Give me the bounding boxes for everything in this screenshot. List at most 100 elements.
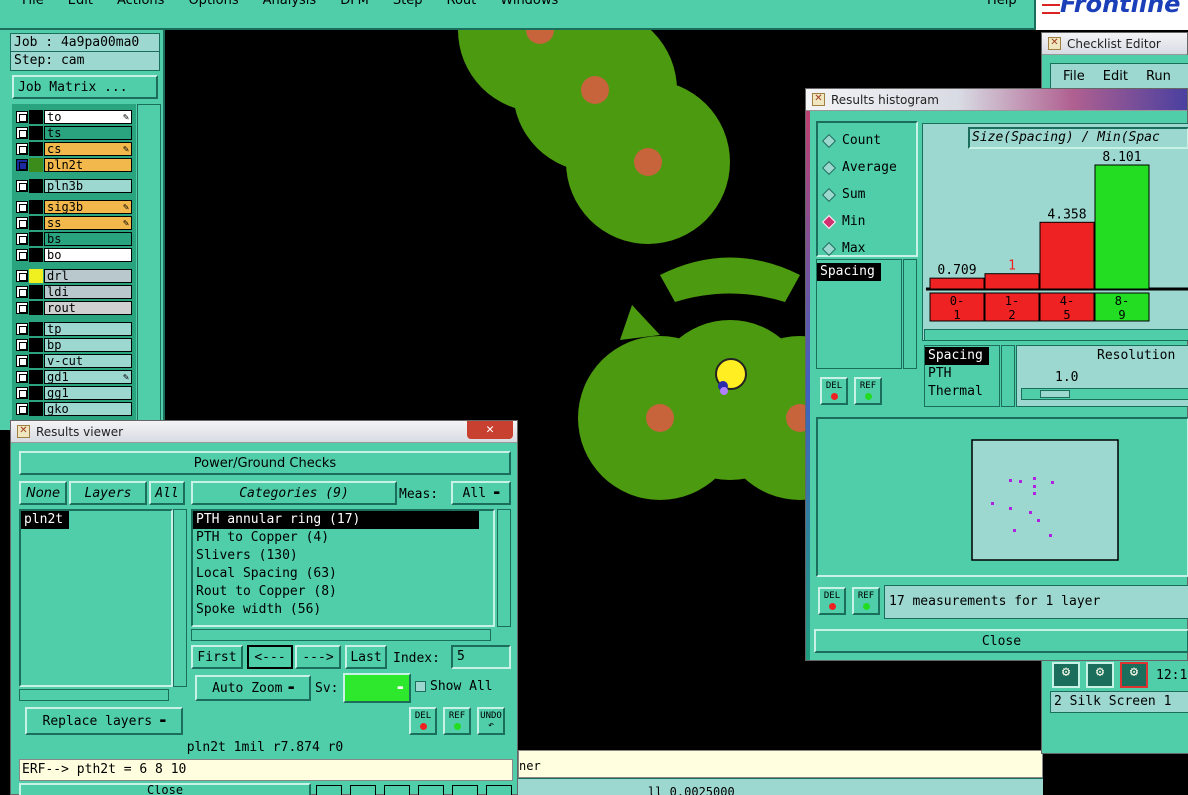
last-button[interactable]: Last <box>345 645 387 669</box>
layer-name[interactable]: ldi <box>44 285 132 299</box>
hist-ref-button-2[interactable]: REF <box>852 587 880 615</box>
histogram-chart[interactable]: 0.7090-111-24.3584-58.1018-9 <box>922 149 1188 327</box>
viewer-close-button[interactable]: Close <box>19 783 311 795</box>
layer-row-gg1[interactable]: gg1 <box>16 386 132 400</box>
layer-name[interactable]: tp <box>44 322 132 336</box>
hist-del-button[interactable]: DEL <box>820 377 848 405</box>
none-button[interactable]: None <box>19 481 67 505</box>
layer-checkbox[interactable] <box>16 403 28 415</box>
secondary-list[interactable]: Spacing PTH Thermal <box>924 345 1000 407</box>
layer-row-ts[interactable]: ts <box>16 126 132 140</box>
layer-name[interactable]: gko <box>44 402 132 416</box>
undo-button[interactable]: UNDO ↶ <box>477 707 505 735</box>
toolbar-icon[interactable] <box>418 785 444 795</box>
slider-thumb[interactable] <box>1040 390 1070 398</box>
category-item[interactable]: Slivers (130) <box>193 547 493 565</box>
layer-name[interactable]: gg1 <box>44 386 132 400</box>
layer-checkbox[interactable] <box>16 180 28 192</box>
all-layers-button[interactable]: All <box>149 481 185 505</box>
secondary-item[interactable]: Thermal <box>925 383 999 401</box>
layer-name[interactable]: sig3b ✎ <box>44 200 132 214</box>
menu-windows[interactable]: Windows <box>500 0 558 9</box>
next-button[interactable]: ---> <box>295 645 341 669</box>
mode-radio-sum[interactable]: Sum <box>821 181 916 208</box>
del-button[interactable]: DEL <box>409 707 437 735</box>
measure-list-scroll[interactable] <box>903 259 917 369</box>
layer-row-ss[interactable]: ss ✎ <box>16 216 132 230</box>
layer-checkbox[interactable] <box>16 249 28 261</box>
layer-row-pln3b[interactable]: pln3b <box>16 179 132 193</box>
layers-button[interactable]: Layers <box>69 481 147 505</box>
layer-row-gko[interactable]: gko <box>16 402 132 416</box>
hist-close-button[interactable]: Close <box>814 629 1188 653</box>
index-input[interactable]: 5 <box>451 645 511 669</box>
layer-checkbox[interactable] <box>16 323 28 335</box>
menu-analysis[interactable]: Analysis <box>263 0 317 9</box>
menu-file[interactable]: File <box>22 0 44 9</box>
menu-options[interactable]: Options <box>188 0 238 9</box>
layer-name[interactable]: bp <box>44 338 132 352</box>
chart-hscroll[interactable] <box>924 329 1188 341</box>
layer-row-sig3b[interactable]: sig3b ✎ <box>16 200 132 214</box>
layer-row-rout[interactable]: rout <box>16 301 132 315</box>
ref-button[interactable]: REF <box>443 707 471 735</box>
layer-checkbox[interactable] <box>16 371 28 383</box>
layer-name[interactable]: rout <box>44 301 132 315</box>
first-button[interactable]: First <box>191 645 243 669</box>
category-item[interactable]: Local Spacing (63) <box>193 565 493 583</box>
hist-ref-button[interactable]: REF <box>854 377 882 405</box>
secondary-item[interactable]: PTH <box>925 365 999 383</box>
layer-row-v-cut[interactable]: v-cut <box>16 354 132 368</box>
layer-result-list[interactable]: pln2t <box>19 509 173 687</box>
layer-name[interactable]: ss ✎ <box>44 216 132 230</box>
category-list[interactable]: PTH annular ring (17) PTH to Copper (4) Sl… <box>191 509 495 627</box>
layer-name[interactable]: bs <box>44 232 132 246</box>
replace-layers-select[interactable]: Replace layers ▬ <box>25 707 183 735</box>
toolbar-icon[interactable] <box>350 785 376 795</box>
layer-row-bs[interactable]: bs <box>16 232 132 246</box>
job-matrix-button[interactable]: Job Matrix ... <box>12 75 158 99</box>
category-item[interactable]: Spoke width (56) <box>193 601 493 619</box>
measure-item[interactable]: Spacing <box>817 263 881 281</box>
toolbar-icon[interactable] <box>384 785 410 795</box>
menu-dfm[interactable]: DFM <box>340 0 369 9</box>
layer-name[interactable]: gd1 ✎ <box>44 370 132 384</box>
secondary-list-scroll[interactable] <box>1001 345 1015 407</box>
layer-checkbox[interactable] <box>16 143 28 155</box>
layer-row-gd1[interactable]: gd1 ✎ <box>16 370 132 384</box>
toolbar-icon[interactable] <box>486 785 512 795</box>
result-locations-preview[interactable] <box>971 439 1119 561</box>
layer-checkbox[interactable] <box>16 127 28 139</box>
layer-checkbox[interactable] <box>16 201 28 213</box>
histogram-titlebar[interactable]: ✕ Results histogram <box>806 89 1187 111</box>
sv-color-select[interactable]: ▬ <box>343 673 411 703</box>
layer-list-vscroll[interactable] <box>173 509 187 687</box>
layer-name[interactable]: v-cut <box>44 354 132 368</box>
measure-list[interactable]: Spacing <box>816 259 902 369</box>
menu-edit[interactable]: Edit <box>68 0 93 9</box>
layer-row-pln2t[interactable]: pln2t <box>16 158 132 172</box>
categories-button[interactable]: Categories (9) <box>191 481 397 505</box>
meas-select[interactable]: All ▬ <box>451 481 511 505</box>
results-viewer-titlebar[interactable]: ✕ Results viewer <box>11 421 517 443</box>
layer-name[interactable]: drl <box>44 269 132 283</box>
menu-help[interactable]: Help <box>987 0 1017 8</box>
resolution-slider[interactable] <box>1021 388 1188 400</box>
check-title-button[interactable]: Power/Ground Checks <box>19 451 511 475</box>
category-item[interactable]: PTH to Copper (4) <box>193 529 493 547</box>
layer-name[interactable]: ts <box>44 126 132 140</box>
mode-radio-count[interactable]: Count <box>821 127 916 154</box>
layer-row-drl[interactable]: drl <box>16 269 132 283</box>
menu-step[interactable]: Step <box>393 0 423 9</box>
secondary-item[interactable]: Spacing <box>925 347 989 365</box>
checklist-menu-run[interactable]: Run <box>1146 69 1171 84</box>
checklist-row[interactable]: 2 Silk Screen 1 <box>1050 691 1188 713</box>
category-item[interactable]: Rout to Copper (8) <box>193 583 493 601</box>
layer-checkbox[interactable] <box>16 302 28 314</box>
layer-row-tp[interactable]: tp <box>16 322 132 336</box>
hist-del-button-2[interactable]: DEL <box>818 587 846 615</box>
layer-scrollbar[interactable] <box>137 104 161 424</box>
mode-radio-average[interactable]: Average <box>821 154 916 181</box>
menu-actions[interactable]: Actions <box>117 0 165 9</box>
toolbar-icon[interactable] <box>316 785 342 795</box>
